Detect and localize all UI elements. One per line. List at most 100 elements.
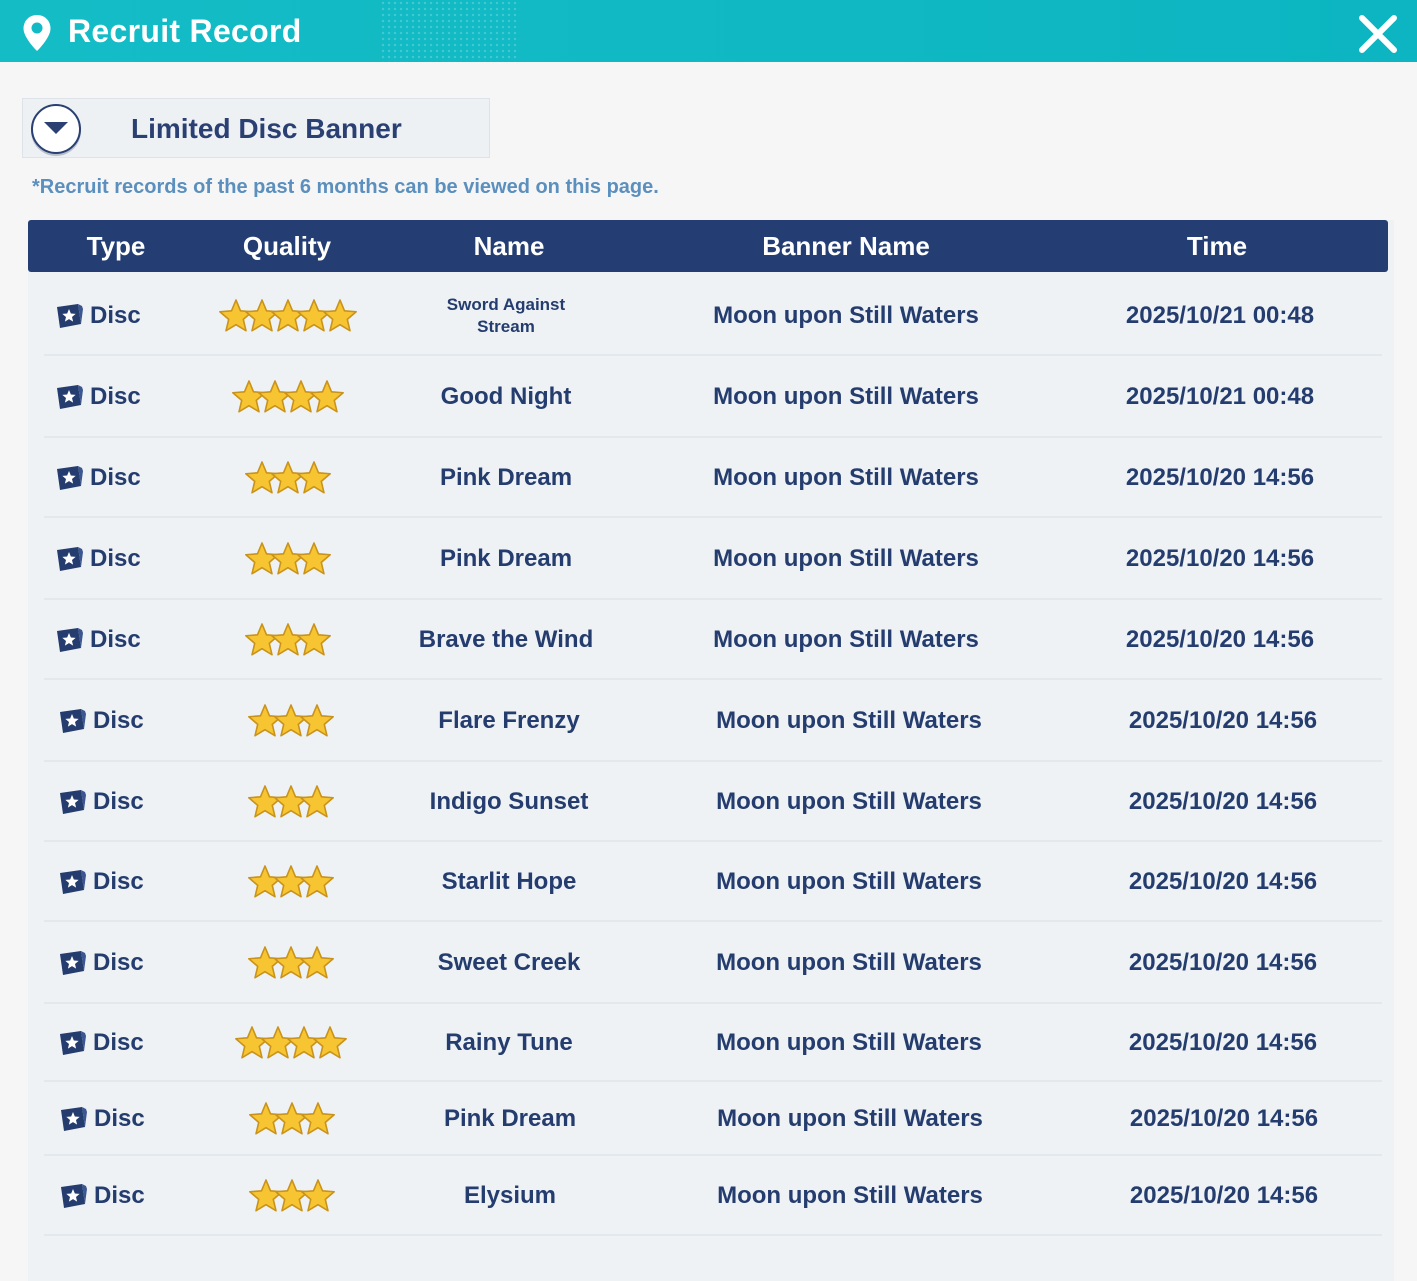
banner-select-dropdown[interactable]: Limited Disc Banner <box>22 98 490 158</box>
table-row: Disc Sweet Creek Moon upon Still Waters 202… <box>28 922 1394 1004</box>
chevron-down-icon <box>44 122 68 134</box>
star-icon <box>248 946 282 979</box>
star-icon <box>284 380 318 413</box>
disc-icon <box>60 870 86 894</box>
star-icon <box>245 623 279 656</box>
column-header-name: Name <box>473 231 545 261</box>
table-row: Disc Rainy Tune Moon upon Still Waters 2025… <box>28 1004 1394 1082</box>
record-banner-name: Moon upon Still Waters <box>713 464 979 491</box>
table-row: Disc Good Night Moon upon Still Waters 2025… <box>28 356 1394 438</box>
star-icon <box>300 946 334 979</box>
record-banner-name: Moon upon Still Waters <box>716 868 982 895</box>
record-time: 2025/10/20 14:56 <box>1128 868 1318 895</box>
record-name: Sword Against Stream <box>446 295 566 336</box>
type-cell: Disc <box>57 1029 144 1057</box>
disc-icon <box>57 547 83 571</box>
disc-icon <box>60 790 86 814</box>
table-row: Disc Pink Dream Moon upon Still Waters 2025… <box>28 438 1394 518</box>
record-time: 2025/10/20 14:56 <box>1128 1029 1318 1056</box>
record-time: 2025/10/20 14:56 <box>1128 949 1318 976</box>
star-icon <box>274 865 308 898</box>
record-time: 2025/10/21 00:48 <box>1125 302 1315 329</box>
type-cell: Disc <box>54 302 141 330</box>
disc-icon <box>61 1107 87 1131</box>
star-icon <box>275 1179 309 1212</box>
table-header: Type Quality Name Banner Name Time <box>28 220 1388 272</box>
row-divider <box>44 1234 1382 1236</box>
star-icon <box>245 542 279 575</box>
record-banner-name: Moon upon Still Waters <box>716 707 982 734</box>
type-cell: Disc <box>58 1105 145 1133</box>
quality-stars <box>219 299 357 332</box>
location-pin-icon <box>23 15 51 51</box>
type-label: Disc <box>93 788 144 815</box>
star-icon <box>301 1102 335 1135</box>
record-time: 2025/10/20 14:56 <box>1125 545 1315 572</box>
record-name: Indigo Sunset <box>429 788 589 815</box>
quality-stars <box>249 1102 335 1135</box>
quality-stars <box>248 946 334 979</box>
type-label: Disc <box>90 302 141 329</box>
star-icon <box>235 1026 269 1059</box>
star-icon <box>248 785 282 818</box>
disc-icon <box>57 304 83 328</box>
star-icon <box>271 299 305 332</box>
star-icon <box>300 865 334 898</box>
quality-stars <box>248 865 334 898</box>
star-icon <box>297 299 331 332</box>
record-banner-name: Moon upon Still Waters <box>717 1182 983 1209</box>
table-row: Disc Pink Dream Moon upon Still Waters 2025… <box>28 518 1394 600</box>
record-time: 2025/10/21 00:48 <box>1125 383 1315 410</box>
disc-icon <box>60 709 86 733</box>
type-label: Disc <box>93 707 144 734</box>
page-title: Recruit Record <box>68 13 302 49</box>
quality-stars <box>245 623 331 656</box>
type-label: Disc <box>93 868 144 895</box>
header-dot-pattern <box>380 0 520 62</box>
quality-stars <box>245 542 331 575</box>
record-name: Starlit Hope <box>441 868 577 895</box>
column-header-quality: Quality <box>242 231 332 261</box>
banner-select-value: Limited Disc Banner <box>131 113 402 144</box>
type-cell: Disc <box>54 383 141 411</box>
star-icon <box>300 785 334 818</box>
type-cell: Disc <box>54 545 141 573</box>
record-name: Pink Dream <box>439 545 573 572</box>
record-time: 2025/10/20 14:56 <box>1129 1105 1319 1132</box>
table-row: Disc Brave the Wind Moon upon Still Waters… <box>28 600 1394 680</box>
table-row: Disc Flare Frenzy Moon upon Still Waters 20… <box>28 680 1394 762</box>
star-icon <box>274 946 308 979</box>
records-note: *Recruit records of the past 6 months ca… <box>32 176 659 198</box>
star-icon <box>248 865 282 898</box>
star-icon <box>297 623 331 656</box>
type-label: Disc <box>90 464 141 491</box>
table-row: Disc Starlit Hope Moon upon Still Waters 20… <box>28 842 1394 922</box>
star-icon <box>258 380 292 413</box>
star-icon <box>297 461 331 494</box>
star-icon <box>300 704 334 737</box>
table-row: Disc Sword Against Stream Moon upon Still … <box>28 276 1394 356</box>
disc-icon <box>57 466 83 490</box>
record-banner-name: Moon upon Still Waters <box>713 302 979 329</box>
type-label: Disc <box>90 626 141 653</box>
disc-icon <box>61 1184 87 1208</box>
record-name: Flare Frenzy <box>438 707 580 734</box>
type-cell: Disc <box>54 464 141 492</box>
record-banner-name: Moon upon Still Waters <box>716 788 982 815</box>
star-icon <box>323 299 357 332</box>
type-label: Disc <box>93 1029 144 1056</box>
quality-stars <box>245 461 331 494</box>
record-banner-name: Moon upon Still Waters <box>716 1029 982 1056</box>
star-icon <box>248 704 282 737</box>
close-icon[interactable] <box>1356 12 1400 56</box>
header-bar: Recruit Record <box>0 0 1417 62</box>
record-time: 2025/10/20 14:56 <box>1125 626 1315 653</box>
record-name: Rainy Tune <box>445 1029 573 1056</box>
disc-icon <box>57 385 83 409</box>
column-header-banner-name: Banner Name <box>762 231 930 261</box>
dropdown-toggle-button[interactable] <box>31 104 81 154</box>
star-icon <box>219 299 253 332</box>
table-row: Disc Pink Dream Moon upon Still Waters 2025… <box>28 1082 1394 1156</box>
star-icon <box>274 704 308 737</box>
star-icon <box>274 785 308 818</box>
